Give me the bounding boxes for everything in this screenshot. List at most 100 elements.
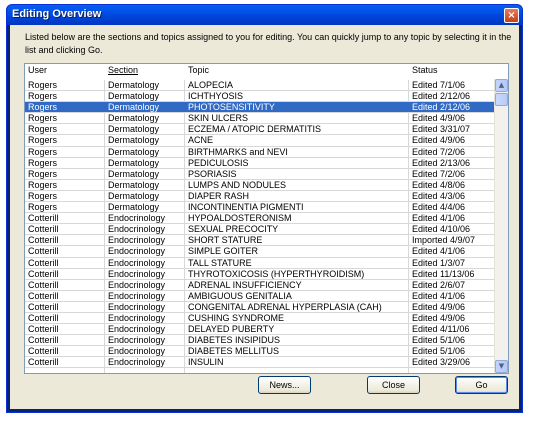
column-header-topic[interactable]: Topic (188, 65, 209, 75)
table-row[interactable]: Cotterill Endocrinology DELAYED PUBERTY Edi… (25, 324, 495, 336)
table-row[interactable]: Rogers Dermatology PHOTOSENSITIVITY Edited … (25, 102, 495, 114)
row-topic: HYPOALDOSTERONISM (188, 213, 292, 224)
table-row[interactable]: Cotterill Endocrinology SHORT STATURE Impor… (25, 235, 495, 247)
row-section: Endocrinology (108, 290, 166, 301)
row-status: Edited 4/9/06 (412, 113, 466, 124)
row-section: Endocrinology (108, 346, 166, 357)
row-status: Edited 4/9/06 (412, 312, 466, 323)
row-section: Endocrinology (108, 312, 166, 323)
row-section: Dermatology (108, 146, 160, 157)
table-row[interactable]: Cotterill Endocrinology THYROTOXICOSIS (HY… (25, 269, 495, 280)
row-topic: SIMPLE GOITER (188, 246, 259, 257)
table-row[interactable]: Rogers Dermatology ALOPECIA Edited 7/1/06 (25, 80, 495, 92)
row-user: Cotterill (28, 268, 59, 279)
topics-list[interactable]: User Section Topic Status Rogers Dermatol… (24, 63, 509, 374)
row-status: Edited 4/1/06 (412, 246, 466, 257)
row-status: Edited 2/6/07 (412, 279, 466, 290)
row-user: Rogers (28, 190, 58, 201)
row-status: Edited 5/1/06 (412, 335, 466, 346)
row-status: Edited 2/12/06 (412, 102, 471, 113)
table-row[interactable]: Rogers Dermatology ICHTHYOSIS Edited 2/12/0… (25, 91, 495, 103)
table-row[interactable]: Rogers Dermatology PSORIASIS Edited 7/2/06 (25, 169, 495, 180)
table-row[interactable]: Rogers Dermatology ECZEMA / ATOPIC DERMATI… (25, 124, 495, 136)
row-user: Rogers (28, 202, 58, 213)
row-status: Edited 7/2/06 (412, 146, 466, 157)
row-topic: CUSHING SYNDROME (188, 312, 285, 323)
intro-text: Listed below are the sections and topics… (25, 32, 512, 55)
table-row[interactable]: Rogers Dermatology INCONTINENTIA PIGMENTI E… (25, 202, 495, 214)
row-section: Dermatology (108, 179, 160, 190)
row-user: Cotterill (28, 246, 59, 257)
row-status: Edited 7/2/06 (412, 168, 466, 179)
table-row[interactable]: Cotterill Endocrinology SIMPLE GOITER Edite… (25, 246, 495, 258)
editing-overview-dialog: Editing Overview × Listed below are the … (6, 4, 523, 413)
row-status: Edited 4/8/06 (412, 179, 466, 190)
close-button[interactable]: Close (367, 376, 420, 394)
row-topic: PHOTOSENSITIVITY (188, 102, 275, 113)
row-section: Dermatology (108, 80, 160, 90)
row-user: Cotterill (28, 301, 59, 312)
table-row[interactable]: Cotterill Endocrinology CONGENITAL ADRENAL… (25, 302, 495, 313)
table-row[interactable]: Rogers Dermatology DIAPER RASH Edited 4/3/0… (25, 190, 495, 203)
row-user: Rogers (28, 124, 58, 135)
row-section: Dermatology (108, 113, 160, 124)
table-row[interactable]: Rogers Dermatology ACNE Edited 4/9/06 (25, 135, 495, 147)
table-row[interactable]: Rogers Dermatology SKIN ULCERS Edited 4/9/0… (25, 113, 495, 125)
row-user: Cotterill (28, 312, 59, 323)
table-row[interactable]: Cotterill Endocrinology ADRENAL INSUFFICIE… (25, 280, 495, 291)
row-topic: BIRTHMARKS and NEVI (188, 146, 288, 157)
row-status: Edited 2/13/06 (412, 157, 471, 168)
table-row[interactable]: Rogers Dermatology LUMPS AND NODULES Edited… (25, 180, 495, 191)
row-user: Rogers (28, 179, 58, 190)
row-status: Edited 5/1/06 (412, 346, 466, 357)
row-user: Cotterill (28, 346, 59, 357)
row-section: Dermatology (108, 124, 160, 135)
row-topic: CONGENITAL ADRENAL HYPERPLASIA (CAH) (188, 301, 382, 312)
row-user: Rogers (28, 146, 58, 157)
go-button[interactable]: Go (455, 376, 508, 394)
scroll-thumb[interactable] (495, 93, 508, 106)
row-status: Edited 4/11/06 (412, 324, 470, 335)
row-section: Endocrinology (108, 213, 166, 224)
row-section: Dermatology (108, 102, 160, 113)
news-button[interactable]: News... (258, 376, 311, 394)
row-section: Endocrinology (108, 235, 166, 246)
column-header-section[interactable]: Section (108, 65, 138, 75)
scroll-down-icon[interactable]: ▼ (495, 360, 508, 373)
table-row[interactable]: Rogers Dermatology PEDICULOSIS Edited 2/13/… (25, 158, 495, 169)
row-user: Rogers (28, 102, 58, 113)
row-status: Edited 1/3/07 (412, 257, 466, 268)
row-user: Cotterill (28, 257, 59, 268)
scroll-up-icon[interactable]: ▲ (495, 79, 508, 92)
row-topic: SKIN ULCERS (188, 113, 249, 124)
table-row[interactable]: Cotterill Endocrinology TALL STATURE Edited… (25, 258, 495, 269)
row-topic: INSULIN (188, 357, 224, 368)
table-row[interactable]: Cotterill Endocrinology HYPOALDOSTERONISM E… (25, 213, 495, 225)
row-user: Cotterill (28, 279, 59, 290)
row-topic: ACNE (188, 135, 214, 146)
row-section: Dermatology (108, 135, 160, 146)
row-section: Dermatology (108, 91, 160, 102)
row-topic: ECZEMA / ATOPIC DERMATITIS (188, 124, 322, 135)
table-row[interactable]: Cotterill Endocrinology DIABETES MELLITUS E… (25, 346, 495, 358)
row-user: Cotterill (28, 213, 59, 224)
table-row[interactable]: Rogers Dermatology BIRTHMARKS and NEVI Edit… (25, 147, 495, 158)
table-row[interactable]: Cotterill Endocrinology INSULIN Edited 3/29… (25, 357, 495, 369)
row-user: Cotterill (28, 290, 59, 301)
close-window-icon[interactable]: × (504, 8, 519, 23)
row-section: Endocrinology (108, 246, 166, 257)
column-header-user[interactable]: User (28, 65, 47, 75)
vertical-scrollbar[interactable]: ▲ ▼ (494, 79, 508, 373)
table-row[interactable]: Cotterill Endocrinology AMBIGUOUS GENITALI… (25, 291, 495, 302)
column-header-status[interactable]: Status (412, 65, 438, 75)
table-row[interactable]: Cotterill Endocrinology CUSHING SYNDROME Ed… (25, 312, 495, 325)
row-section: Endocrinology (108, 279, 166, 290)
row-status: Edited 4/4/06 (412, 202, 466, 213)
title-bar[interactable]: Editing Overview × (7, 5, 522, 25)
row-status: Edited 2/12/06 (412, 91, 471, 102)
row-topic: DIABETES INSIPIDUS (188, 335, 281, 346)
row-status: Edited 11/13/06 (412, 268, 475, 279)
row-section: Endocrinology (108, 268, 166, 279)
table-row[interactable]: Cotterill Endocrinology SEXUAL PRECOCITY Ed… (25, 224, 495, 236)
table-row[interactable]: Cotterill Endocrinology DIABETES INSIPIDUS… (25, 335, 495, 347)
